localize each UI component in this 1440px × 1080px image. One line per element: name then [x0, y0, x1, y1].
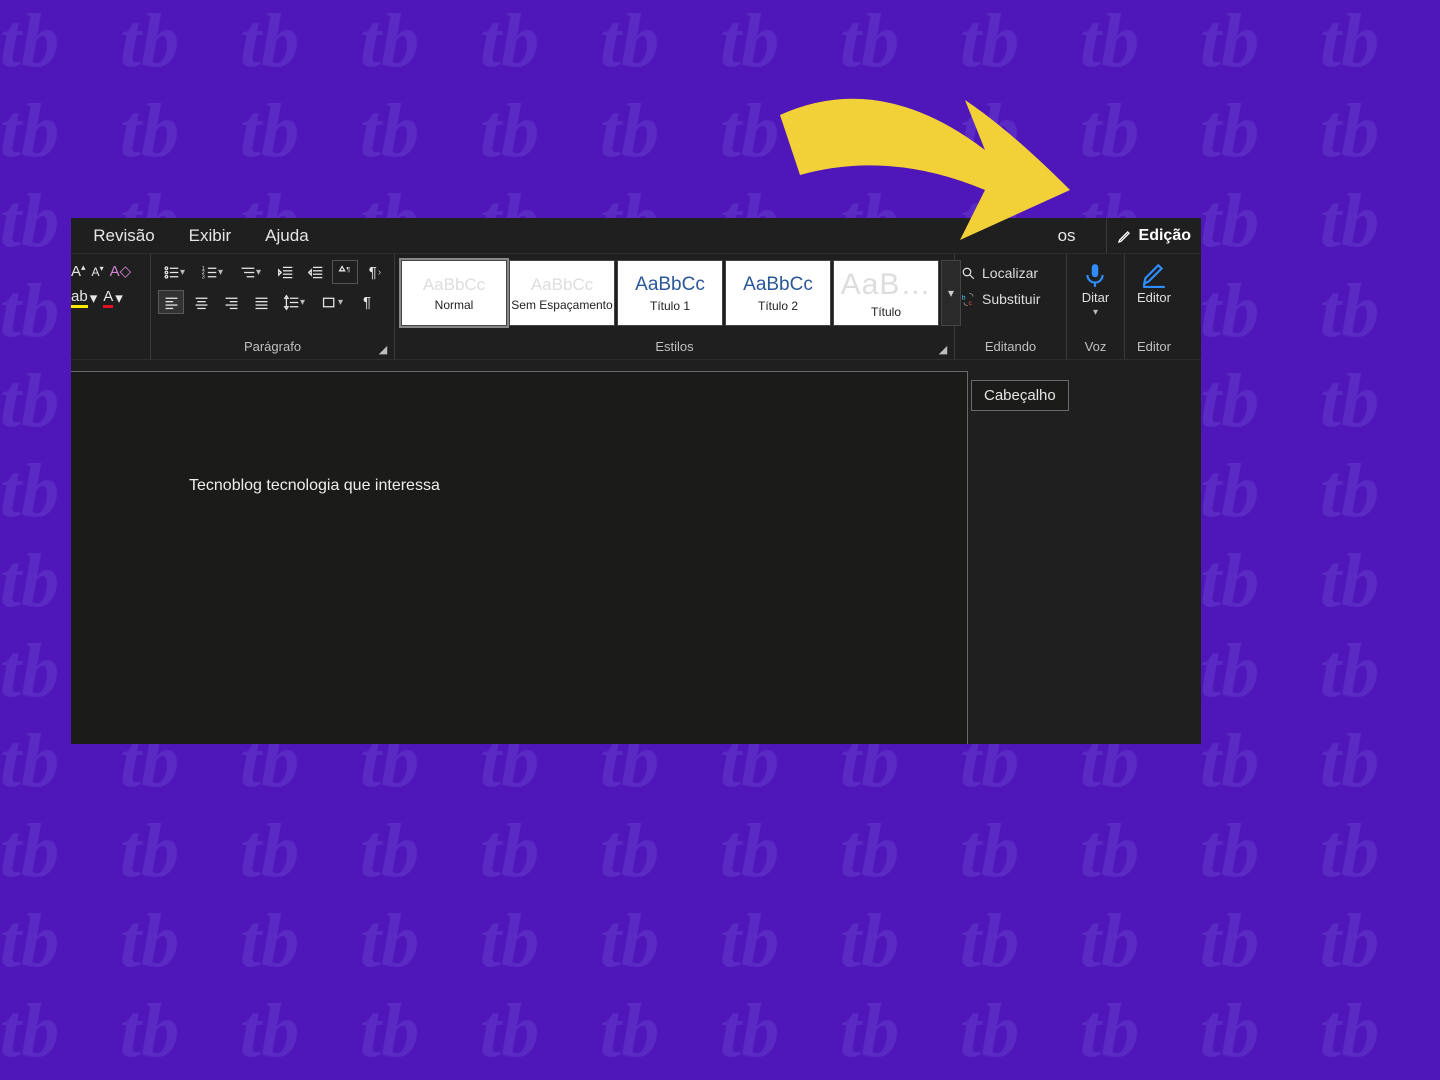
style-no-spacing[interactable]: AaBbCc Sem Espaçamento	[509, 260, 615, 326]
word-window: cias Revisão Exibir Ajuda os Edição A▴ A…	[71, 218, 1201, 744]
style-normal[interactable]: AaBbCc Normal	[401, 260, 507, 326]
search-icon	[961, 266, 976, 281]
tab-exibir[interactable]: Exibir	[189, 226, 232, 246]
highlight-color-button[interactable]: ab▾	[71, 288, 97, 308]
ribbon-group-voice: Ditar ▾ Voz	[1067, 254, 1125, 359]
editor-pen-icon	[1141, 262, 1167, 288]
paragraph-mark-button[interactable]: ¶	[355, 291, 379, 313]
voice-group-label: Voz	[1085, 337, 1107, 357]
paragraph-dialog-launcher[interactable]: ◢	[376, 342, 390, 356]
document-area: Tecnoblog tecnologia que interessa Cabeç…	[71, 360, 1201, 744]
pencil-icon	[1117, 228, 1133, 244]
shrink-font-button[interactable]: A▾	[92, 264, 104, 279]
style-heading-2[interactable]: AaBbCc Título 2	[725, 260, 831, 326]
ribbon-group-paragraph: ▾ 123▾ ▾	[151, 254, 395, 359]
style-heading-1[interactable]: AaBbCc Título 1	[617, 260, 723, 326]
style-title[interactable]: AaB… Título	[833, 260, 939, 326]
svg-text:c: c	[969, 299, 973, 306]
editor-button[interactable]: Editor	[1137, 260, 1171, 305]
ribbon-tabs: cias Revisão Exibir Ajuda os Edição	[71, 218, 1201, 254]
ribbon-group-editor: Editor Editor	[1125, 254, 1183, 359]
justify-button[interactable]	[249, 291, 273, 313]
styles-dialog-launcher[interactable]: ◢	[936, 342, 950, 356]
microphone-icon	[1082, 262, 1108, 288]
editing-group-label: Editando	[961, 337, 1060, 357]
clear-formatting-button[interactable]: A◇	[110, 262, 132, 280]
increase-indent-button[interactable]	[303, 261, 327, 283]
numbering-button[interactable]: 123▾	[197, 261, 229, 283]
align-left-button[interactable]	[159, 291, 183, 313]
dictate-button[interactable]: Ditar ▾	[1082, 260, 1109, 318]
editing-mode-label: Edição	[1139, 227, 1191, 245]
editing-mode-button[interactable]: Edição	[1106, 218, 1201, 254]
ribbon-group-font: A▴ A▾ A◇ ab▾ A▾	[71, 254, 151, 359]
header-tag[interactable]: Cabeçalho	[971, 380, 1069, 411]
svg-text:b: b	[962, 294, 966, 301]
multilevel-list-button[interactable]: ▾	[235, 261, 267, 283]
ribbon-group-styles: AaBbCc Normal AaBbCc Sem Espaçamento AaB…	[395, 254, 955, 359]
svg-text:¶: ¶	[346, 266, 350, 273]
sort-button[interactable]: ¶	[333, 261, 357, 283]
replace-icon: b c	[961, 292, 976, 307]
shading-button[interactable]: ▾	[317, 291, 349, 313]
font-group-label	[71, 337, 144, 357]
tab-revisao[interactable]: Revisão	[93, 226, 154, 246]
show-marks-button[interactable]: ¶›	[363, 261, 387, 283]
chevron-down-icon: ▾	[1093, 307, 1098, 318]
styles-group-label: Estilos	[401, 337, 948, 357]
line-spacing-button[interactable]: ▾	[279, 291, 311, 313]
find-button[interactable]: Localizar	[961, 262, 1040, 284]
grow-font-button[interactable]: A▴	[71, 262, 86, 280]
svg-text:3: 3	[202, 274, 205, 280]
replace-button[interactable]: b c Substituir	[961, 288, 1040, 310]
tab-partial-right[interactable]: os	[1058, 226, 1076, 246]
document-page[interactable]: Tecnoblog tecnologia que interessa	[71, 372, 967, 744]
document-body-text[interactable]: Tecnoblog tecnologia que interessa	[189, 477, 440, 495]
align-right-button[interactable]	[219, 291, 243, 313]
decrease-indent-button[interactable]	[273, 261, 297, 283]
paragraph-group-label: Parágrafo	[157, 337, 388, 357]
tab-ajuda[interactable]: Ajuda	[265, 226, 308, 246]
align-center-button[interactable]	[189, 291, 213, 313]
font-color-button[interactable]: A▾	[103, 288, 123, 308]
ribbon: A▴ A▾ A◇ ab▾ A▾	[71, 254, 1201, 360]
editor-group-label: Editor	[1137, 337, 1171, 357]
bullets-button[interactable]: ▾	[159, 261, 191, 283]
ribbon-group-editing: Localizar b c Substituir Editando	[955, 254, 1067, 359]
